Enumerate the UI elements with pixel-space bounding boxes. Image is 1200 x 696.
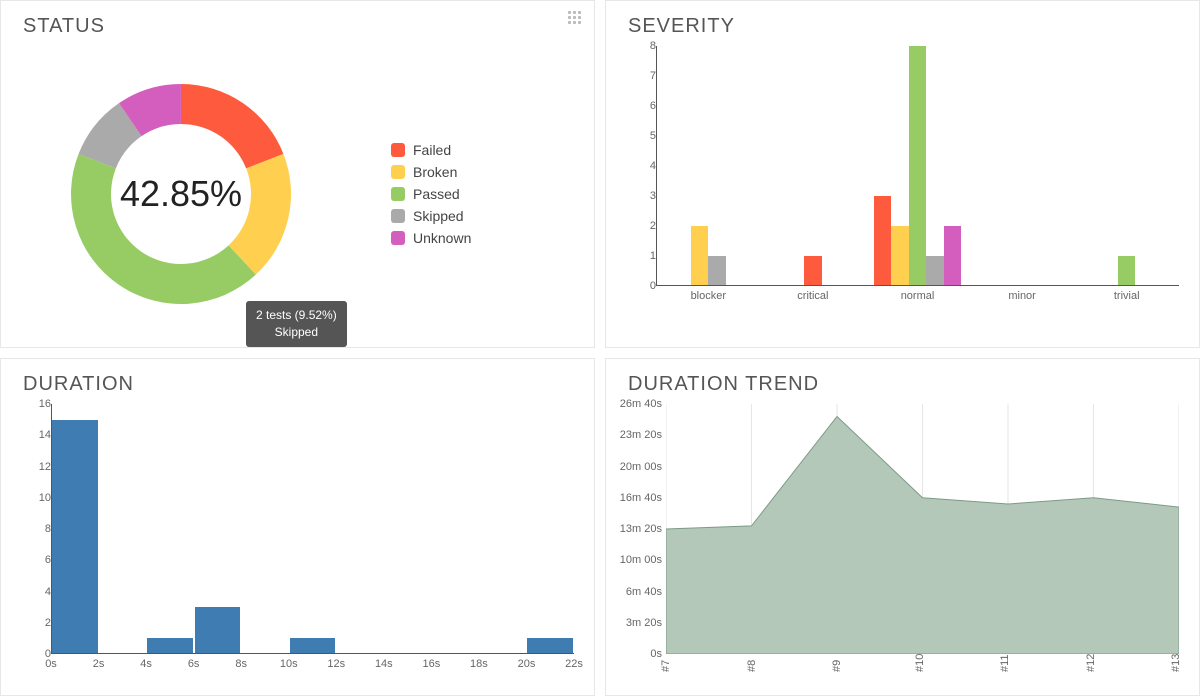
y-tick: 6 [17,554,51,566]
severity-chart[interactable]: 012345678 blockercriticalnormalminortriv… [656,46,1179,306]
x-tick: #8 [745,660,757,672]
x-tick: 18s [470,658,488,670]
y-tick: 6m 40s [616,586,662,598]
y-tick: 0 [622,280,656,292]
x-tick: 2s [93,658,105,670]
legend-swatch [391,209,405,223]
status-donut[interactable]: 42.85% [1,46,361,342]
x-tick: #12 [1084,654,1096,672]
y-tick: 12 [17,461,51,473]
y-tick: 23m 20s [616,429,662,441]
status-title: STATUS [23,15,594,38]
severity-bar[interactable] [874,196,891,286]
y-tick: 16m 40s [616,492,662,504]
x-tick: #10 [913,654,925,672]
duration-bar[interactable] [52,420,98,654]
y-tick: 26m 40s [616,398,662,410]
legend-item-passed[interactable]: Passed [391,186,594,202]
legend-label: Skipped [413,208,464,224]
legend-item-broken[interactable]: Broken [391,164,594,180]
status-tooltip: 2 tests (9.52%) Skipped [246,301,347,347]
severity-bar[interactable] [691,226,708,286]
legend-swatch [391,187,405,201]
y-tick: 4 [17,586,51,598]
y-tick: 6 [622,100,656,112]
trend-title: DURATION TREND [628,373,1199,396]
legend-label: Unknown [413,230,471,246]
duration-bar[interactable] [147,638,193,654]
status-panel: STATUS 42.85% Failed Broken Passed Skipped U… [0,0,595,348]
severity-bar[interactable] [804,256,821,286]
y-tick: 20m 00s [616,461,662,473]
y-tick: 0s [616,648,662,660]
severity-bar[interactable] [708,256,725,286]
y-tick: 10m 00s [616,554,662,566]
severity-bar[interactable] [926,256,943,286]
duration-chart[interactable]: 0246810121416 0s2s4s6s8s10s12s14s16s18s2… [51,404,574,674]
x-tick: minor [1008,290,1036,302]
x-tick: 12s [327,658,345,670]
y-tick: 4 [622,160,656,172]
donut-slice-failed[interactable] [181,84,283,168]
y-tick: 8 [622,40,656,52]
severity-bar[interactable] [1118,256,1135,286]
x-tick: #9 [831,660,843,672]
legend-swatch [391,231,405,245]
x-tick: 8s [235,658,247,670]
x-tick: #13 [1170,654,1182,672]
severity-title: SEVERITY [628,15,1199,38]
donut-slice-passed[interactable] [71,154,256,304]
trend-chart[interactable]: 0s3m 20s6m 40s10m 00s13m 20s16m 40s20m 0… [666,404,1179,674]
y-tick: 14 [17,429,51,441]
x-tick: 0s [45,658,57,670]
legend-item-failed[interactable]: Failed [391,142,594,158]
y-tick: 2 [17,617,51,629]
x-tick: critical [797,290,828,302]
severity-panel: SEVERITY 0 1 2 3 4 5 6 7 8 blocker critical normal… [605,0,1200,348]
severity-bar[interactable] [909,46,926,286]
x-tick: 14s [375,658,393,670]
x-tick: 16s [422,658,440,670]
drag-handle-icon[interactable] [568,11,582,25]
severity-bar[interactable] [944,226,961,286]
y-tick: 16 [17,398,51,410]
y-tick: 8 [17,523,51,535]
duration-bar[interactable] [290,638,336,654]
x-tick: 4s [140,658,152,670]
y-tick: 7 [622,70,656,82]
y-tick: 1 [622,250,656,262]
x-tick: normal [901,290,935,302]
y-tick: 10 [17,492,51,504]
legend-label: Passed [413,186,460,202]
legend-swatch [391,165,405,179]
legend-label: Failed [413,142,451,158]
y-tick: 3 [622,190,656,202]
x-tick: blocker [691,290,726,302]
duration-bar[interactable] [195,607,241,654]
x-tick: trivial [1114,290,1140,302]
x-tick: 6s [188,658,200,670]
x-tick: 22s [565,658,583,670]
x-tick: #7 [660,660,672,672]
severity-bar[interactable] [891,226,908,286]
legend-item-unknown[interactable]: Unknown [391,230,594,246]
legend-swatch [391,143,405,157]
y-tick: 5 [622,130,656,142]
x-tick: #11 [999,654,1011,672]
duration-title: DURATION [23,373,594,396]
trend-panel: DURATION TREND 0s3m 20s6m 40s10m 00s13m … [605,358,1200,696]
status-legend: Failed Broken Passed Skipped Unknown [361,136,594,252]
x-tick: 20s [518,658,536,670]
y-tick: 3m 20s [616,617,662,629]
tooltip-line1: 2 tests (9.52%) [256,307,337,324]
tooltip-line2: Skipped [256,324,337,341]
duration-panel: DURATION 0246810121416 0s2s4s6s8s10s12s1… [0,358,595,696]
duration-bar[interactable] [527,638,573,654]
legend-item-skipped[interactable]: Skipped [391,208,594,224]
x-tick: 10s [280,658,298,670]
legend-label: Broken [413,164,457,180]
trend-area [666,404,1179,654]
y-tick: 13m 20s [616,523,662,535]
y-tick: 2 [622,220,656,232]
